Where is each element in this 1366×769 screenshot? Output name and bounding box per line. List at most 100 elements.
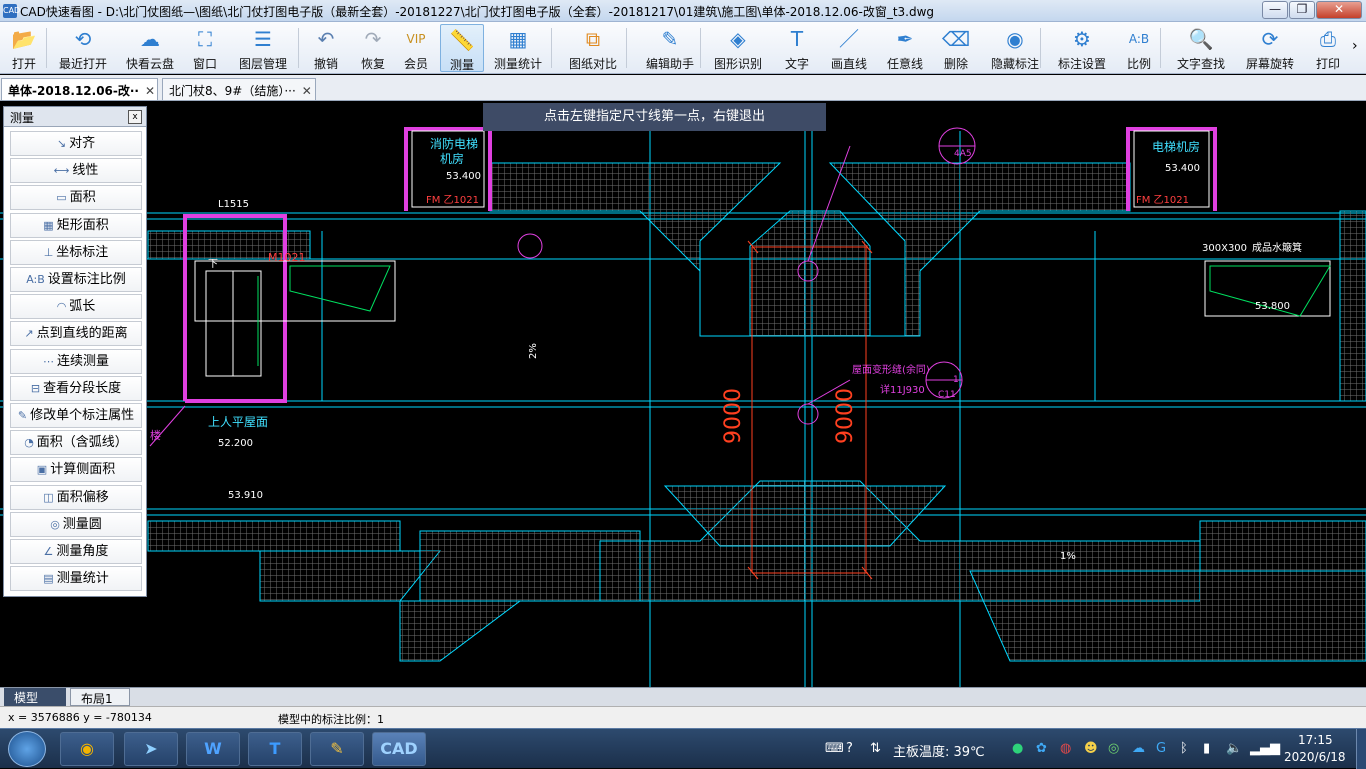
panel-title: 测量 (4, 107, 146, 127)
qq-tray-icon[interactable]: ☻ (1084, 741, 1098, 756)
rotate-screen-icon: ⟳ (1261, 27, 1279, 51)
drawing-label: M1021 (268, 251, 306, 264)
main-toolbar: 📂 打开 ⟲ 最近打开 ☁ 快看云盘 ⛶ 窗口 ☰ 图层管理 ↶ 撤销 ↷ 恢复 VIP 会员 📏 测量 ▦ 测量统计… (0, 22, 1366, 74)
start-button[interactable] (8, 731, 46, 767)
point-line-icon: ↗ (24, 327, 34, 341)
volume-icon[interactable]: 🔈 (1226, 741, 1242, 756)
measure-tool-side-area[interactable]: ▣ 计算侧面积 (10, 457, 142, 483)
tray-arrows-icon[interactable]: ⇅ (870, 741, 881, 756)
scale-setting-icon: A:B (26, 273, 45, 286)
drawing-label: 上人平屋面 (208, 415, 268, 429)
toolbar-separator (626, 28, 627, 68)
window-title: CAD快速看图 - D:\北门仗图纸—\图纸\北门仗打图电子版（最新全套）-20… (20, 5, 935, 19)
measure-tool-arc-area[interactable]: ◔ 面积（含弧线） (10, 430, 142, 456)
toolbar-button-rotate-screen[interactable]: ⟳ 屏幕旋转 (1238, 24, 1302, 72)
toolbar-button-printer[interactable]: ⎙ 打印 (1306, 24, 1350, 72)
tab-layout1[interactable]: 布局1 (70, 688, 130, 706)
measure-tool-circle-measure[interactable]: ◎ 测量圆 (10, 511, 142, 537)
show-desktop-button[interactable] (1356, 729, 1366, 769)
toolbar-button-shape-recognition[interactable]: ◈ 图形识别 (706, 24, 770, 72)
panel-close-button[interactable]: x (128, 110, 142, 124)
toolbar-button-text-search[interactable]: 🔍 文字查找 (1168, 24, 1234, 72)
help-icon[interactable]: ? (846, 741, 853, 756)
measure-tool-scale-setting[interactable]: A:B 设置标注比例 (10, 267, 142, 292)
clock-time[interactable]: 17:15 (1298, 733, 1333, 747)
toolbar-button-hide-eye[interactable]: ◉ 隐藏标注 (984, 24, 1046, 72)
toolbar-button-pen[interactable]: ✒ 任意线 (880, 24, 930, 72)
measure-tool-point-line[interactable]: ↗ 点到直线的距离 (10, 321, 142, 347)
measure-tool-arc-length[interactable]: ◠ 弧长 (10, 294, 142, 320)
measure-tool-label: 点到直线的距离 (36, 326, 128, 342)
close-tab-icon[interactable]: ✕ (302, 84, 312, 98)
toolbar-button-window[interactable]: ⛶ 窗口 (184, 24, 226, 72)
app-icon: CAD (3, 4, 20, 18)
toolbar-more-icon[interactable]: › (1352, 38, 1358, 54)
drawing-label: C11 (938, 390, 956, 400)
measure-tool-continuous[interactable]: ⋯ 连续测量 (10, 348, 142, 374)
cloud-tray-icon[interactable]: ☁ (1132, 741, 1145, 756)
wps-taskbar-icon[interactable]: W (186, 732, 240, 766)
messenger-taskbar-icon[interactable]: ➤ (124, 732, 178, 766)
modify-icon: ✎ (17, 409, 28, 422)
cad-taskbar-icon[interactable]: CAD (372, 732, 426, 766)
drawing-label: 成品水簸箕 (1252, 241, 1302, 254)
settings-tray-icon[interactable]: ✿ (1036, 741, 1047, 756)
measure-tool-linear-measure[interactable]: ⟷ 线性 (10, 158, 142, 184)
network-icon[interactable]: ▂▄▆ (1250, 741, 1280, 756)
measure-tool-modify[interactable]: ✎ 修改单个标注属性 (10, 403, 142, 428)
toolbar-button-history[interactable]: ⟲ 最近打开 (52, 24, 114, 72)
security-tray-icon[interactable]: ● (1012, 741, 1023, 756)
toolbar-button-folder[interactable]: 📂 打开 (4, 24, 44, 72)
toolbar-button-text[interactable]: T 文字 (776, 24, 818, 72)
measure-tool-angle[interactable]: ∠ 测量角度 (10, 539, 142, 564)
measure-tool-stats[interactable]: ▤ 测量统计 (10, 566, 142, 592)
measure-tool-segment[interactable]: ⊟ 查看分段长度 (10, 375, 142, 401)
restore-button[interactable]: ❐ (1289, 1, 1315, 19)
toolbar-button-scale[interactable]: A:B 比例 (1118, 24, 1160, 72)
toolbar-button-label: 任意线 (886, 57, 923, 71)
wechat-tray-icon[interactable]: ◎ (1108, 741, 1119, 756)
toolbar-button-label: 图纸对比 (568, 57, 617, 71)
keyboard-icon[interactable]: ⌨ (825, 741, 844, 756)
browser-tray-icon[interactable]: G (1156, 741, 1166, 756)
device-icon[interactable]: ▮ (1203, 741, 1210, 756)
toolbar-button-ruler[interactable]: 📏 测量 (440, 24, 484, 72)
toolbar-button-layers[interactable]: ☰ 图层管理 (234, 24, 292, 72)
toolbar-button-label: 隐藏标注 (990, 57, 1039, 71)
measure-tool-coordinate[interactable]: ⊥ 坐标标注 (10, 239, 142, 265)
toolbar-button-edit-assistant[interactable]: ✎ 编辑助手 (636, 24, 704, 72)
tab-model[interactable]: 模型 (4, 688, 66, 706)
linear-measure-icon: ⟷ (53, 164, 70, 178)
tab-structure-drawing[interactable]: 北门杖8、9#（结施）··· ✕ (162, 78, 316, 100)
measure-tool-area[interactable]: ▭ 面积 (10, 185, 142, 211)
browser-taskbar-icon[interactable]: ◉ (60, 732, 114, 766)
cloud-icon: ☁ (140, 27, 160, 51)
toolbar-button-cloud[interactable]: ☁ 快看云盘 (120, 24, 180, 72)
toolbar-button-undo[interactable]: ↶ 撤销 (304, 24, 348, 72)
close-button[interactable]: ✕ (1316, 1, 1362, 19)
toolbar-button-measure-stats[interactable]: ▦ 测量统计 (488, 24, 548, 72)
toolbar-button-compare[interactable]: ⧉ 图纸对比 (560, 24, 626, 72)
text-app-taskbar-icon[interactable]: T (248, 732, 302, 766)
minimize-button[interactable]: — (1262, 1, 1288, 19)
toolbar-button-line[interactable]: ／ 画直线 (822, 24, 876, 72)
drawing-canvas[interactable]: 消防电梯 机房 53.400 FM 乙1021 电梯机房 53.400 FM 乙1021 L1… (0, 101, 1366, 687)
measure-tool-label: 测量角度 (56, 544, 109, 559)
notes-taskbar-icon[interactable]: ✎ (310, 732, 364, 766)
measure-tool-rect-area[interactable]: ▦ 矩形面积 (10, 212, 142, 238)
close-tab-icon[interactable]: ✕ (145, 84, 155, 98)
window-icon: ⛶ (198, 27, 212, 51)
tab-current-drawing[interactable]: 单体-2018.12.06-改·· ✕ (1, 78, 158, 100)
toolbar-button-vip[interactable]: VIP 会员 (396, 24, 436, 72)
toolbar-button-eraser[interactable]: ⌫ 删除 (934, 24, 978, 72)
continuous-icon: ⋯ (42, 354, 54, 368)
toolbar-separator (700, 28, 701, 68)
toolbar-button-redo[interactable]: ↷ 恢复 (354, 24, 392, 72)
measure-tool-label: 查看分段长度 (43, 380, 122, 396)
measure-tool-align-measure[interactable]: ↘ 对齐 (10, 131, 142, 156)
clock-date[interactable]: 2020/6/18 (1284, 750, 1346, 764)
weibo-tray-icon[interactable]: ◍ (1060, 741, 1071, 756)
bluetooth-icon[interactable]: ᛒ (1180, 741, 1188, 756)
toolbar-button-annotation-settings[interactable]: ⚙ 标注设置 (1050, 24, 1114, 72)
measure-tool-area-offset[interactable]: ◫ 面积偏移 (10, 484, 142, 510)
